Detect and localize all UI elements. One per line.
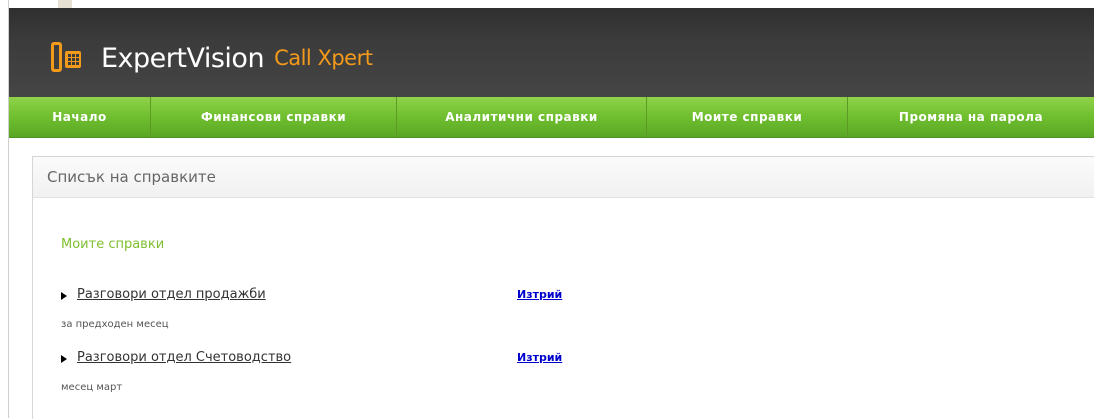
panel-title: Списък на справките xyxy=(33,157,1094,198)
nav-item-financial-reports[interactable]: Финансови справки xyxy=(151,97,397,137)
delete-link[interactable]: Изтрий xyxy=(517,351,562,364)
brand-name: ExpertVision xyxy=(101,42,265,74)
report-link[interactable]: Разговори отдел продажби xyxy=(77,287,266,302)
section-title: Моите справки xyxy=(61,237,165,252)
nav-item-my-reports[interactable]: Моите справки xyxy=(647,97,848,137)
report-description: месец март xyxy=(61,382,123,393)
bullet-arrow-icon xyxy=(61,355,67,363)
main-nav: Начало Финансови справки Аналитични спра… xyxy=(9,97,1094,138)
report-link[interactable]: Разговори отдел Счетоводство xyxy=(77,350,291,365)
delete-link[interactable]: Изтрий xyxy=(517,288,562,301)
phone-keypad-icon xyxy=(51,42,83,74)
left-edge xyxy=(0,0,9,418)
reports-panel: Списък на справките Моите справки Разгов… xyxy=(32,156,1094,419)
report-description: за предходен месец xyxy=(61,319,169,330)
bullet-arrow-icon xyxy=(61,292,67,300)
top-strip-mark xyxy=(58,0,72,8)
nav-item-change-password[interactable]: Промяна на парола xyxy=(848,97,1094,137)
product-name: Call Xpert xyxy=(274,46,373,70)
top-strip xyxy=(0,0,1094,8)
nav-item-home[interactable]: Начало xyxy=(9,97,151,137)
header: ExpertVision Call Xpert xyxy=(9,8,1094,97)
logo[interactable]: ExpertVision Call Xpert xyxy=(51,41,373,75)
nav-item-analytical-reports[interactable]: Аналитични справки xyxy=(397,97,647,137)
